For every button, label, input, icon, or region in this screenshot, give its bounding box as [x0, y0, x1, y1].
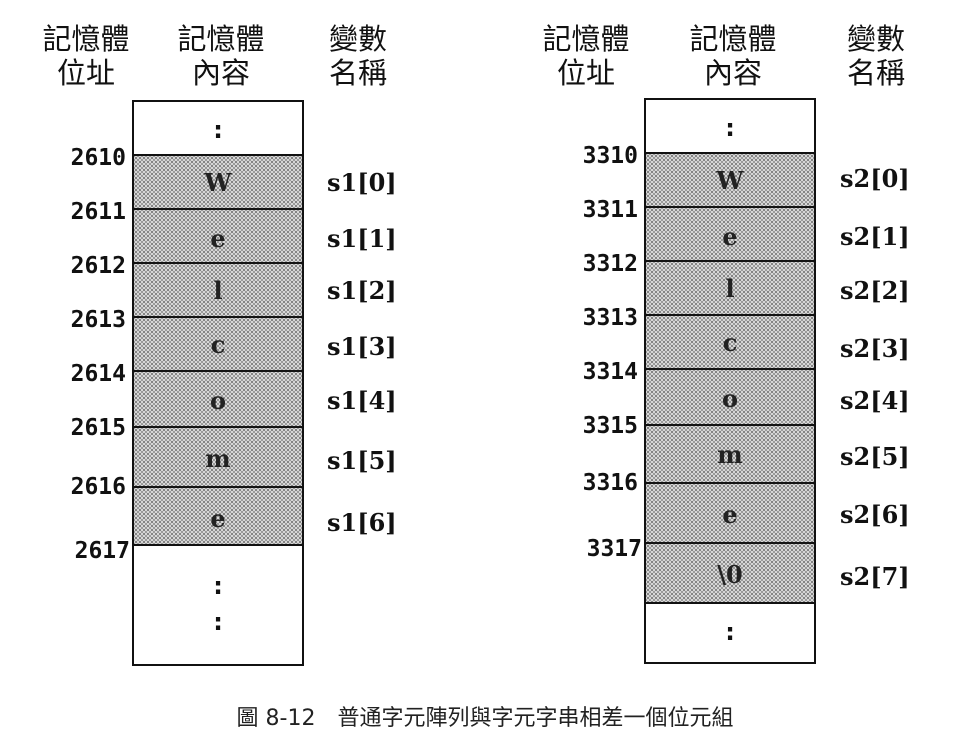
ellipsis: : [213, 572, 223, 600]
right-address: 3313 [582, 305, 638, 331]
right-cell-3: c [644, 316, 816, 370]
left-variable-name: s1[0] [327, 168, 397, 197]
right-address: 3315 [582, 413, 638, 439]
header-line: 名稱 [328, 56, 387, 90]
right-cell-6: e [644, 484, 816, 544]
right-cell-ellipsis-bottom: : [644, 604, 816, 664]
header-line: 記憶體 [542, 22, 630, 56]
right-address: 3317 [586, 536, 642, 562]
header-line: 記憶體 [689, 22, 777, 56]
header-line: 位址 [56, 56, 115, 90]
cell-char: m [717, 440, 743, 469]
left-address: 2615 [70, 415, 126, 441]
cell-char: e [722, 222, 738, 251]
cell-char: W [204, 168, 232, 197]
left-header-content: 記憶體 內容 [166, 22, 276, 90]
cell-char: e [210, 504, 226, 533]
left-cell-1: e [132, 210, 304, 264]
ellipsis: : [213, 608, 223, 636]
right-address: 3312 [582, 251, 638, 277]
header-line: 變數 [846, 22, 905, 56]
left-cell-ellipsis-top: : [132, 100, 304, 156]
left-address: 2614 [70, 361, 126, 387]
cell-char: o [209, 386, 226, 415]
left-cell-4: o [132, 372, 304, 428]
right-variable-name: s2[1] [840, 222, 910, 251]
left-variable-name: s1[3] [327, 332, 397, 361]
figure-caption: 圖 8-12 普通字元陣列與字元字串相差一個位元組 [236, 706, 734, 731]
left-header-address: 記憶體 位址 [36, 22, 136, 90]
left-address: 2616 [70, 474, 126, 500]
right-header-variable: 變數 名稱 [836, 22, 916, 90]
header-line: 位址 [556, 56, 615, 90]
header-line: 記憶體 [42, 22, 130, 56]
left-variable-name: s1[5] [327, 446, 397, 475]
left-cell-0: W [132, 156, 304, 210]
right-address: 3311 [582, 197, 638, 223]
left-address: 2610 [70, 145, 126, 171]
header-line: 內容 [703, 56, 762, 90]
cell-char: e [722, 500, 738, 529]
right-variable-name: s2[6] [840, 500, 910, 529]
cell-char: l [213, 276, 223, 305]
cell-char: m [205, 444, 231, 473]
right-variable-name: s2[5] [840, 442, 910, 471]
left-address: 2612 [70, 253, 126, 279]
left-variable-name: s1[2] [327, 276, 397, 305]
cell-char: o [721, 384, 738, 413]
cell-char: l [725, 274, 735, 303]
right-cell-7: \0 [644, 544, 816, 604]
right-address: 3314 [582, 359, 638, 385]
cell-char: W [716, 166, 744, 195]
left-variable-name: s1[1] [327, 224, 397, 253]
cell-char: c [722, 328, 738, 357]
right-cell-0: W [644, 154, 816, 208]
left-address: 2617 [74, 538, 130, 564]
right-cell-4: o [644, 370, 816, 426]
header-line: 內容 [191, 56, 250, 90]
ellipsis: : [213, 116, 223, 144]
left-cell-2: l [132, 264, 304, 318]
left-address: 2613 [70, 307, 126, 333]
right-cell-2: l [644, 262, 816, 316]
right-cell-5: m [644, 426, 816, 484]
ellipsis: : [725, 114, 735, 142]
right-variable-name: s2[7] [840, 562, 910, 591]
right-variable-name: s2[4] [840, 386, 910, 415]
header-line: 記憶體 [177, 22, 265, 56]
right-address: 3316 [582, 470, 638, 496]
right-variable-name: s2[2] [840, 276, 910, 305]
left-header-variable: 變數 名稱 [318, 22, 398, 90]
right-header-address: 記憶體 位址 [536, 22, 636, 90]
left-address: 2611 [70, 199, 126, 225]
ellipsis: : [725, 618, 735, 646]
left-variable-name: s1[6] [327, 508, 397, 537]
right-header-content: 記憶體 內容 [678, 22, 788, 90]
left-cell-3: c [132, 318, 304, 372]
right-address: 3310 [582, 143, 638, 169]
right-cell-1: e [644, 208, 816, 262]
right-variable-name: s2[3] [840, 334, 910, 363]
cell-char: c [210, 330, 226, 359]
header-line: 名稱 [846, 56, 905, 90]
header-line: 變數 [328, 22, 387, 56]
right-cell-ellipsis-top: : [644, 98, 816, 154]
cell-char: \0 [717, 560, 743, 589]
left-variable-name: s1[4] [327, 386, 397, 415]
left-cell-6: e [132, 488, 304, 546]
cell-char: e [210, 224, 226, 253]
left-cell-ellipsis-bottom: : : [132, 546, 304, 666]
left-cell-5: m [132, 428, 304, 488]
right-variable-name: s2[0] [840, 164, 910, 193]
